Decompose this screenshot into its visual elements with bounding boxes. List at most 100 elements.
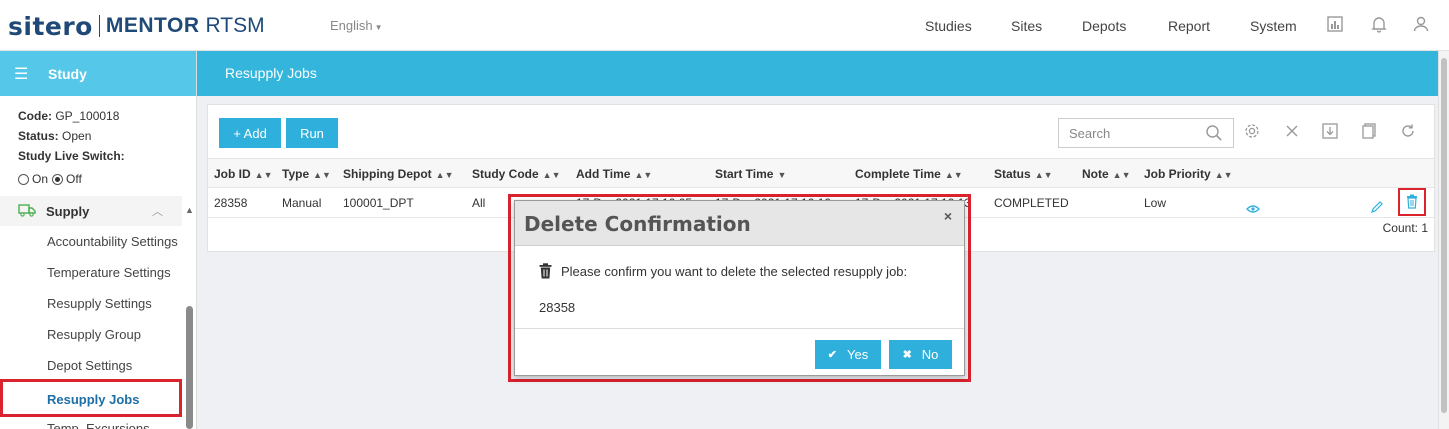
user-icon[interactable] xyxy=(1412,15,1432,35)
sidebar-scrollbar[interactable] xyxy=(186,306,193,429)
dialog-close-button[interactable]: × xyxy=(944,208,952,224)
refresh-icon[interactable] xyxy=(1399,122,1419,142)
sidebar-item-resupply-settings[interactable]: Resupply Settings xyxy=(0,288,182,319)
code-label: Code: xyxy=(18,109,52,123)
report-icon[interactable] xyxy=(1326,15,1346,35)
col-start-time[interactable]: Start Time ▼ xyxy=(715,159,786,189)
caret-down-icon: ▼ xyxy=(374,23,383,32)
sort-icon: ▲▼ xyxy=(435,170,454,180)
study-info: Code: GP_100018 Status: Open Study Live … xyxy=(0,96,196,190)
search-icon[interactable] xyxy=(1205,124,1223,145)
col-label: Shipping Depot xyxy=(343,167,432,181)
delete-confirmation-dialog: Delete Confirmation × Please confirm you… xyxy=(514,200,965,376)
gear-icon[interactable] xyxy=(1243,122,1263,142)
download-icon[interactable] xyxy=(1321,122,1341,142)
cell-study-code: All xyxy=(472,196,486,210)
col-label: Note xyxy=(1082,167,1109,181)
check-icon: ✔ xyxy=(827,349,837,361)
sidebar: ☰ Study Code: GP_100018 Status: Open Stu… xyxy=(0,51,197,429)
language-label: English xyxy=(330,18,373,33)
col-job-priority[interactable]: Job Priority ▲▼ xyxy=(1144,159,1233,189)
sidebar-item-resupply-group[interactable]: Resupply Group xyxy=(0,319,182,350)
radio-off[interactable] xyxy=(52,173,64,185)
logo-divider xyxy=(98,15,100,37)
search-box xyxy=(1058,118,1234,148)
table-header: Job ID ▲▼ Type ▲▼ Shipping Depot ▲▼ Study C… xyxy=(208,158,1434,188)
dialog-header: Delete Confirmation × xyxy=(515,201,964,246)
logo[interactable]: sitero MENTOR RTSM xyxy=(8,11,265,41)
delete-button[interactable] xyxy=(1398,188,1426,216)
nav-system[interactable]: System xyxy=(1250,18,1297,34)
col-label: Job Priority xyxy=(1144,167,1211,181)
bell-icon[interactable] xyxy=(1370,15,1390,35)
col-label: Study Code xyxy=(472,167,539,181)
sort-icon: ▲▼ xyxy=(1214,170,1233,180)
no-button[interactable]: ✖ No xyxy=(889,340,952,369)
sort-icon: ▲▼ xyxy=(254,170,273,180)
nav-report[interactable]: Report xyxy=(1168,18,1210,34)
edit-pencil-icon[interactable] xyxy=(1370,195,1384,213)
col-job-id[interactable]: Job ID ▲▼ xyxy=(214,159,273,189)
col-label: Job ID xyxy=(214,167,251,181)
nav-studies[interactable]: Studies xyxy=(925,18,972,34)
col-label: Add Time xyxy=(576,167,631,181)
cell-status: COMPLETED xyxy=(994,196,1069,210)
run-button[interactable]: Run xyxy=(286,118,338,148)
col-status[interactable]: Status ▲▼ xyxy=(994,159,1053,189)
page-scrollbar[interactable] xyxy=(1441,58,1447,413)
col-complete-time[interactable]: Complete Time ▲▼ xyxy=(855,159,963,189)
copy-icon[interactable] xyxy=(1360,122,1380,142)
sort-icon: ▲▼ xyxy=(944,170,963,180)
view-eye-icon[interactable] xyxy=(1246,195,1260,213)
sidebar-item-depot-settings[interactable]: Depot Settings xyxy=(0,350,182,381)
sort-icon: ▲▼ xyxy=(634,170,653,180)
sort-desc-icon: ▼ xyxy=(777,170,787,180)
nav-sites[interactable]: Sites xyxy=(1011,18,1042,34)
yes-label: Yes xyxy=(847,347,869,362)
scroll-up-icon[interactable]: ▲ xyxy=(185,205,194,215)
language-dropdown[interactable]: English ▼ xyxy=(330,18,383,33)
sidebar-section-label: Supply xyxy=(46,203,90,219)
cell-priority: Low xyxy=(1144,196,1167,210)
col-note[interactable]: Note ▲▼ xyxy=(1082,159,1131,189)
sidebar-title: Study xyxy=(48,65,87,82)
radio-on[interactable] xyxy=(18,173,29,185)
top-navbar: sitero MENTOR RTSM English ▼ Studies Site… xyxy=(0,0,1449,51)
code-value: GP_100018 xyxy=(55,109,120,123)
radio-off-label: Off xyxy=(66,172,82,186)
truck-icon xyxy=(18,203,36,220)
col-type[interactable]: Type ▲▼ xyxy=(282,159,331,189)
sidebar-header: ☰ Study xyxy=(0,51,196,96)
trash-icon xyxy=(1406,194,1418,212)
nav-depots[interactable]: Depots xyxy=(1082,18,1126,34)
trash-icon xyxy=(539,263,552,279)
col-add-time[interactable]: Add Time ▲▼ xyxy=(576,159,652,189)
col-shipping-depot[interactable]: Shipping Depot ▲▼ xyxy=(343,159,453,189)
status-value: Open xyxy=(62,129,92,143)
cell-job-id: 28358 xyxy=(214,196,248,210)
logo-brand: sitero xyxy=(8,11,93,41)
hamburger-icon[interactable]: ☰ xyxy=(14,64,34,84)
sort-icon: ▲▼ xyxy=(313,170,331,180)
search-input[interactable] xyxy=(1069,125,1199,141)
dialog-job-id: 28358 xyxy=(539,300,576,315)
sidebar-item-temp-excursions[interactable]: Temp. Excursions xyxy=(0,413,182,429)
sidebar-item-accountability-settings[interactable]: Accountability Settings xyxy=(0,226,182,257)
logo-product: MENTOR xyxy=(105,14,200,37)
radio-on-label: On xyxy=(32,172,49,186)
dialog-title: Delete Confirmation xyxy=(524,212,751,236)
chevron-up-icon[interactable]: ︿ xyxy=(152,203,163,219)
col-label: Complete Time xyxy=(855,167,941,181)
col-label: Start Time xyxy=(715,167,774,181)
row-count: Count: 1 xyxy=(1382,221,1428,235)
dialog-message-row: Please confirm you want to delete the se… xyxy=(539,263,907,279)
col-study-code[interactable]: Study Code ▲▼ xyxy=(472,159,561,189)
col-label: Status xyxy=(994,167,1031,181)
sidebar-item-temperature-settings[interactable]: Temperature Settings xyxy=(0,257,182,288)
dialog-footer: ✔ Yes ✖ No xyxy=(515,328,964,376)
sidebar-section-supply[interactable]: Supply ︿ xyxy=(0,196,182,226)
yes-button[interactable]: ✔ Yes xyxy=(815,340,881,369)
add-button[interactable]: + Add xyxy=(219,118,281,148)
close-icon[interactable] xyxy=(1283,122,1303,142)
sidebar-item-resupply-jobs[interactable]: Resupply Jobs xyxy=(0,379,182,417)
